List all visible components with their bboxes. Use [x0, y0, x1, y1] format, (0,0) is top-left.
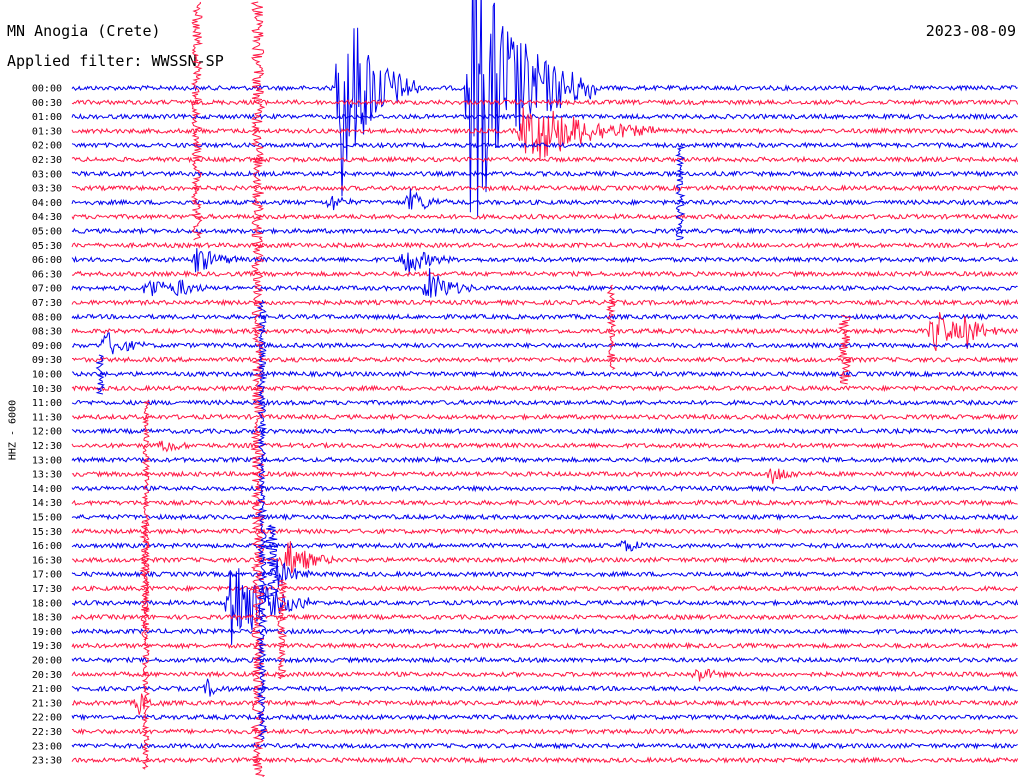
row-time-label: 22:30 [32, 727, 62, 738]
trace-line [71, 656, 1018, 664]
trace-line [71, 112, 1018, 121]
trace-line [71, 169, 1019, 178]
row-time-label: 13:30 [32, 470, 62, 481]
trace-line [72, 412, 1019, 421]
row-time-label: 12:30 [32, 441, 62, 452]
trace-line [71, 584, 1018, 593]
row-time-label: 23:00 [32, 741, 62, 752]
trace-line [71, 155, 1019, 164]
row-time-label: 06:30 [32, 269, 62, 280]
row-time-label: 20:00 [32, 656, 62, 667]
row-time-label: 21:30 [32, 698, 62, 709]
row-time-label: 00:00 [32, 84, 62, 95]
trace-line [71, 440, 1019, 453]
trace-line [71, 384, 1018, 393]
trace-line [71, 641, 1018, 650]
trace-line [71, 756, 1019, 764]
trace-line [71, 455, 1019, 464]
trace-line [71, 248, 1018, 275]
row-time-label: 17:00 [32, 570, 62, 581]
trace-line [72, 356, 1019, 364]
trace-line [71, 313, 1019, 321]
row-time-label: 18:00 [32, 598, 62, 609]
row-time-label: 16:30 [32, 555, 62, 566]
trace-line [71, 693, 1019, 715]
trace-line [71, 107, 1018, 160]
trace-line [71, 527, 1019, 536]
row-time-label: 10:30 [32, 384, 62, 395]
row-time-label: 16:00 [32, 541, 62, 552]
row-time-label: 01:00 [32, 112, 62, 123]
trace-line [71, 269, 1019, 279]
trace-line [71, 468, 1019, 484]
trace-line [71, 727, 1019, 736]
trace-line [71, 98, 1019, 107]
trace-line [71, 678, 1018, 697]
row-time-label: 22:00 [32, 713, 62, 724]
row-time-label: 01:30 [32, 126, 62, 137]
row-time-label: 20:30 [32, 670, 62, 681]
row-time-label: 07:30 [32, 298, 62, 309]
trace-line [71, 713, 1018, 722]
trace-line [71, 668, 1018, 682]
row-time-label: 17:30 [32, 584, 62, 595]
row-time-label: 15:00 [32, 513, 62, 524]
row-time-label: 12:00 [32, 427, 62, 438]
trace-line [71, 184, 1019, 192]
event-spike [276, 579, 288, 680]
row-time-label: 09:00 [32, 341, 62, 352]
row-time-label: 02:30 [32, 155, 62, 166]
row-time-label: 11:00 [32, 398, 62, 409]
trace-line [71, 227, 1018, 235]
trace-line [71, 558, 1019, 588]
row-time-label: 14:00 [32, 484, 62, 495]
trace-line [71, 427, 1019, 435]
row-time-label: 03:30 [32, 184, 62, 195]
row-time-label: 09:30 [32, 355, 62, 366]
row-time-label: 04:30 [32, 212, 62, 223]
row-time-label: 18:30 [32, 613, 62, 624]
helicorder-plot: 00:00 00:30 01:00 01:30 02:00 02:30 03:00 03:30… [32, 0, 1019, 778]
row-time-label: 04:00 [32, 198, 62, 209]
row-time-label: 23:30 [32, 756, 62, 767]
trace-line [71, 513, 1019, 522]
row-time-label: 19:30 [32, 641, 62, 652]
trace-line [71, 398, 1018, 407]
trace-line [71, 0, 1018, 217]
row-time-label: 05:00 [32, 227, 62, 238]
row-time-label: 19:00 [32, 627, 62, 638]
event-spike [605, 284, 617, 370]
row-time-label: 07:00 [32, 284, 62, 295]
trace-line [71, 613, 1018, 621]
trace-line [71, 742, 1018, 750]
trace-line [71, 370, 1018, 378]
event-spike [141, 399, 151, 770]
row-time-label: 00:30 [32, 98, 62, 109]
row-time-label: 21:00 [32, 684, 62, 695]
trace-line [71, 484, 1019, 493]
trace-line [71, 627, 1018, 636]
trace-line [71, 241, 1018, 249]
trace-line [71, 212, 1018, 221]
row-time-label: 03:00 [32, 169, 62, 180]
row-time-label: 13:00 [32, 455, 62, 466]
trace-line [71, 298, 1019, 307]
row-time-label: 08:30 [32, 327, 62, 338]
trace-line [71, 332, 1019, 355]
row-time-label: 02:00 [32, 141, 62, 152]
trace-line [71, 540, 1019, 552]
trace-line [71, 498, 1018, 507]
trace-line [71, 188, 1019, 211]
row-time-label: 11:30 [32, 412, 62, 423]
row-time-label: 15:30 [32, 527, 62, 538]
row-time-label: 10:00 [32, 370, 62, 381]
row-time-label: 06:00 [32, 255, 62, 266]
row-time-label: 14:30 [32, 498, 62, 509]
row-time-label: 08:00 [32, 312, 62, 323]
row-time-label: 05:30 [32, 241, 62, 252]
